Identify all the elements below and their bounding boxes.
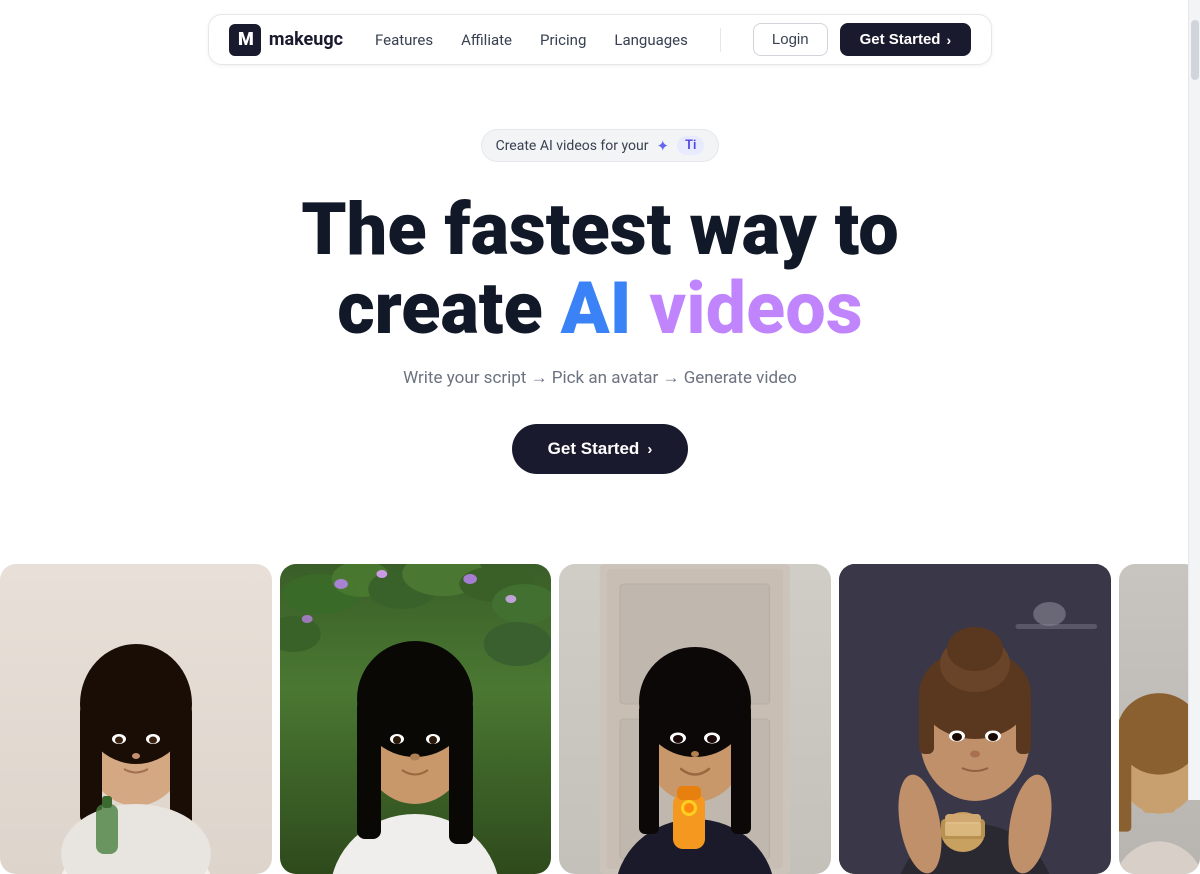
nav-features[interactable]: Features [375,31,433,49]
logo-icon: M [229,24,261,56]
video-panel-3 [559,564,831,874]
video-panel-2 [280,564,552,874]
get-started-nav-button[interactable]: Get Started › [840,23,972,56]
badge-highlight: Ti [677,136,704,155]
person-illustration-2 [280,564,552,874]
navbar: M makeugc Features Affiliate Pricing Lan… [0,0,1200,79]
hero-title-line2-start: create [337,266,560,351]
brand-name: makeugc [269,29,343,50]
hero-title-line1: The fastest way to [301,187,898,272]
person-illustration-1 [0,564,272,874]
person-illustration-3 [559,564,831,874]
nav-languages[interactable]: Languages [614,31,688,49]
get-started-hero-arrow: › [647,441,652,458]
video-panel-4 [839,564,1111,874]
nav-links: Features Affiliate Pricing Languages [375,31,688,49]
nav-divider [720,28,721,52]
scrollbar-thumb[interactable] [1191,20,1199,80]
hero-subtitle: Write your script → Pick an avatar → Gen… [403,368,797,388]
badge-text: Create AI videos for your [496,138,649,154]
hero-title-ai: AI [561,266,632,351]
sparkle-icon: ✦ [656,137,669,155]
hero-title-videos: videos [631,266,862,351]
video-panel-1 [0,564,272,874]
person-illustration-4 [839,564,1111,874]
nav-pricing[interactable]: Pricing [540,31,586,49]
hero-badge: Create AI videos for your ✦ Ti [481,129,720,162]
nav-actions: Login Get Started › [753,23,971,56]
video-gallery [0,564,1200,874]
scrollbar[interactable] [1188,0,1200,800]
get-started-nav-arrow: › [946,32,951,48]
logo-link[interactable]: M makeugc [229,24,343,56]
hero-title: The fastest way to create AI videos [301,190,898,348]
login-button[interactable]: Login [753,23,828,56]
get-started-hero-button[interactable]: Get Started › [512,424,689,474]
hero-section: Create AI videos for your ✦ Ti The faste… [0,79,1200,564]
nav-affiliate[interactable]: Affiliate [461,31,512,49]
